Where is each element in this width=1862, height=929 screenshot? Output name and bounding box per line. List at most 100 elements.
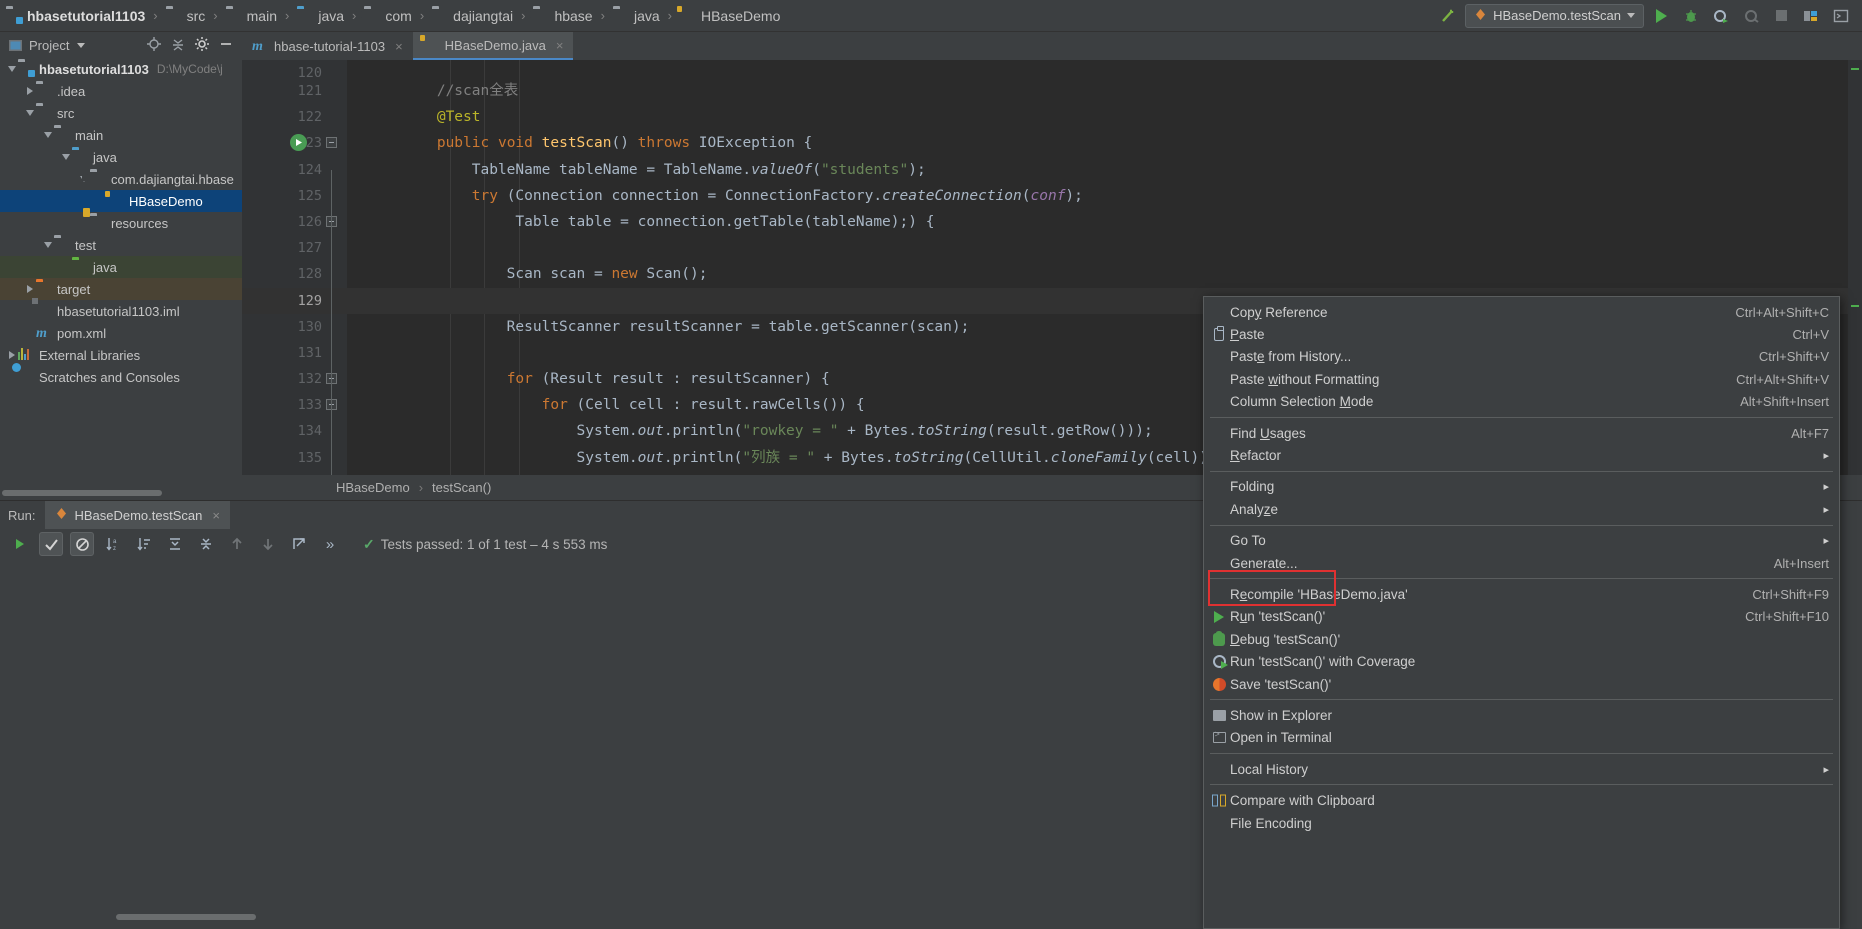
chevron-down-icon[interactable] bbox=[1627, 13, 1635, 18]
tree-item-hbasetutorial1103-iml[interactable]: hbasetutorial1103.iml bbox=[0, 300, 242, 322]
sort-alphabetically-icon[interactable]: az bbox=[101, 532, 125, 556]
tree-item-pom-xml[interactable]: m pom.xml bbox=[0, 322, 242, 344]
breadcrumb-item-hbasetutorial1103[interactable]: hbasetutorial1103 bbox=[4, 1, 147, 31]
chevron-down-icon[interactable] bbox=[24, 110, 36, 116]
menu-item-open-in-terminal[interactable]: Open in Terminal bbox=[1204, 727, 1839, 749]
collapse-all-icon[interactable] bbox=[194, 532, 218, 556]
tree-item-scratches-and-consoles[interactable]: Scratches and Consoles bbox=[0, 366, 242, 388]
show-passed-icon[interactable] bbox=[39, 532, 63, 556]
editor-marker-bar[interactable] bbox=[1848, 60, 1862, 475]
chevron-down-icon[interactable] bbox=[6, 66, 18, 72]
debug-icon[interactable] bbox=[1678, 4, 1704, 28]
menu-item-go-to[interactable]: Go To ▸ bbox=[1204, 530, 1839, 552]
code-token: Scan(); bbox=[637, 266, 708, 283]
breadcrumb-method[interactable]: testScan() bbox=[432, 480, 491, 495]
menu-item-debug-testscan[interactable]: Debug 'testScan()' bbox=[1204, 628, 1839, 650]
close-icon[interactable]: × bbox=[395, 39, 403, 54]
project-tree-scrollbar[interactable] bbox=[0, 488, 242, 498]
prev-failed-icon[interactable] bbox=[225, 532, 249, 556]
menu-item-show-in-explorer[interactable]: Show in Explorer bbox=[1204, 704, 1839, 726]
tree-item-java[interactable]: java bbox=[0, 146, 242, 168]
close-icon[interactable]: × bbox=[212, 508, 220, 523]
chevron-right-icon[interactable] bbox=[6, 351, 18, 359]
tree-item-hbasedemo[interactable]: HBaseDemo bbox=[0, 190, 242, 212]
sort-duration-icon[interactable] bbox=[132, 532, 156, 556]
menu-item-folding[interactable]: Folding ▸ bbox=[1204, 476, 1839, 498]
menu-item-file-encoding[interactable]: File Encoding bbox=[1204, 812, 1839, 834]
export-icon[interactable] bbox=[287, 532, 311, 556]
chevron-down-icon[interactable] bbox=[42, 242, 54, 248]
chevron-down-icon[interactable] bbox=[42, 132, 54, 138]
breadcrumb-item-hbase[interactable]: hbase bbox=[531, 1, 594, 31]
breadcrumb-item-java[interactable]: java bbox=[611, 1, 662, 31]
test-tree-scrollbar[interactable] bbox=[36, 912, 340, 922]
editor-context-menu[interactable]: Copy Reference Ctrl+Alt+Shift+C Paste Ctrl+… bbox=[1203, 296, 1840, 929]
tree-item-main[interactable]: main bbox=[0, 124, 242, 146]
code-token: valueOf bbox=[751, 161, 813, 178]
project-structure-icon[interactable] bbox=[1798, 4, 1824, 28]
tree-item-com-dajiangtai-hbase[interactable]: com.dajiangtai.hbase bbox=[0, 168, 242, 190]
menu-item-analyze[interactable]: Analyze ▸ bbox=[1204, 498, 1839, 520]
tree-item--idea[interactable]: .idea bbox=[0, 80, 242, 102]
folder-icon bbox=[54, 237, 70, 253]
run-icon[interactable] bbox=[1648, 4, 1674, 28]
menu-item-run-testscan-with-coverage[interactable]: Run 'testScan()' with Coverage bbox=[1204, 650, 1839, 672]
hide-ignored-icon[interactable] bbox=[70, 532, 94, 556]
stop-icon[interactable] bbox=[1768, 4, 1794, 28]
settings-gear-icon[interactable] bbox=[194, 36, 210, 55]
run-tab[interactable]: HBaseDemo.testScan × bbox=[45, 501, 230, 529]
chevron-down-icon[interactable] bbox=[60, 154, 72, 160]
hide-panel-icon[interactable] bbox=[218, 36, 234, 55]
menu-item-copy-reference[interactable]: Copy Reference Ctrl+Alt+Shift+C bbox=[1204, 301, 1839, 323]
build-icon[interactable] bbox=[1435, 4, 1461, 28]
code-token: void bbox=[497, 135, 533, 152]
close-icon[interactable]: × bbox=[556, 38, 564, 53]
breadcrumb-item-hbasedemo[interactable]: HBaseDemo bbox=[678, 1, 782, 31]
menu-item-compare-with-clipboard[interactable]: Compare with Clipboard bbox=[1204, 789, 1839, 811]
menu-item-run-testscan[interactable]: Run 'testScan()' Ctrl+Shift+F10 bbox=[1204, 606, 1839, 628]
expand-all-icon[interactable] bbox=[163, 532, 187, 556]
menu-item-paste[interactable]: Paste Ctrl+V bbox=[1204, 323, 1839, 345]
editor-tab-hbasedemo-java[interactable]: HBaseDemo.java × bbox=[412, 32, 574, 60]
breadcrumb-item-com[interactable]: com bbox=[362, 1, 413, 31]
rerun-icon[interactable] bbox=[8, 532, 32, 556]
chevron-right-icon[interactable] bbox=[24, 87, 36, 95]
tree-item-target[interactable]: target bbox=[0, 278, 242, 300]
collapse-all-icon[interactable] bbox=[170, 36, 186, 55]
tree-item-resources[interactable]: resources bbox=[0, 212, 242, 234]
terminal-icon[interactable] bbox=[1828, 4, 1854, 28]
tree-item-test[interactable]: test bbox=[0, 234, 242, 256]
tree-item-src[interactable]: src bbox=[0, 102, 242, 124]
breadcrumb-item-src[interactable]: src bbox=[164, 1, 208, 31]
project-chevron-down-icon[interactable] bbox=[77, 42, 86, 48]
breadcrumb-class[interactable]: HBaseDemo bbox=[336, 480, 410, 495]
menu-item-paste-from-history[interactable]: Paste from History... Ctrl+Shift+V bbox=[1204, 346, 1839, 368]
code-line-125: 125 try (Connection connection = Connect… bbox=[242, 183, 1862, 209]
tree-item-hbasetutorial1103[interactable]: hbasetutorial1103 D:\MyCode\j bbox=[0, 58, 242, 80]
tree-item-java[interactable]: java bbox=[0, 256, 242, 278]
menu-item-recompile-hbasedemo-java[interactable]: Recompile 'HBaseDemo.java' Ctrl+Shift+F9 bbox=[1204, 583, 1839, 605]
rerun-icon[interactable] bbox=[1738, 4, 1764, 28]
menu-item-find-usages[interactable]: Find Usages Alt+F7 bbox=[1204, 422, 1839, 444]
tree-item-external-libraries[interactable]: External Libraries bbox=[0, 344, 242, 366]
menu-item-refactor[interactable]: Refactor ▸ bbox=[1204, 444, 1839, 466]
menu-separator bbox=[1210, 578, 1833, 580]
menu-item-paste-without-formatting[interactable]: Paste without Formatting Ctrl+Alt+Shift+V bbox=[1204, 368, 1839, 390]
menu-item-generate[interactable]: Generate... Alt+Insert bbox=[1204, 552, 1839, 574]
run-configuration-selector[interactable]: HBaseDemo.testScan bbox=[1465, 3, 1644, 28]
editor-tab-hbase-tutorial-1103[interactable]: m hbase-tutorial-1103 × bbox=[242, 32, 413, 60]
menu-item-column-selection-mode[interactable]: Column Selection Mode Alt+Shift+Insert bbox=[1204, 391, 1839, 413]
project-tree[interactable]: hbasetutorial1103 D:\MyCode\j .idea src main… bbox=[0, 58, 242, 485]
breadcrumb-item-dajiangtai[interactable]: dajiangtai bbox=[430, 1, 515, 31]
breadcrumb-item-main[interactable]: main bbox=[224, 1, 279, 31]
breadcrumb-item-java[interactable]: java bbox=[295, 1, 346, 31]
editor-tab-bar[interactable]: m hbase-tutorial-1103 × HBaseDemo.java × bbox=[242, 32, 1862, 60]
chevron-right-icon[interactable] bbox=[24, 285, 36, 293]
more-icon[interactable]: » bbox=[318, 532, 342, 556]
run-with-coverage-icon[interactable] bbox=[1708, 4, 1734, 28]
menu-item-local-history[interactable]: Local History ▸ bbox=[1204, 758, 1839, 780]
locate-icon[interactable] bbox=[146, 36, 162, 55]
fold-marker-icon[interactable] bbox=[326, 137, 337, 149]
next-failed-icon[interactable] bbox=[256, 532, 280, 556]
menu-item-save-testscan[interactable]: Save 'testScan()' bbox=[1204, 673, 1839, 695]
